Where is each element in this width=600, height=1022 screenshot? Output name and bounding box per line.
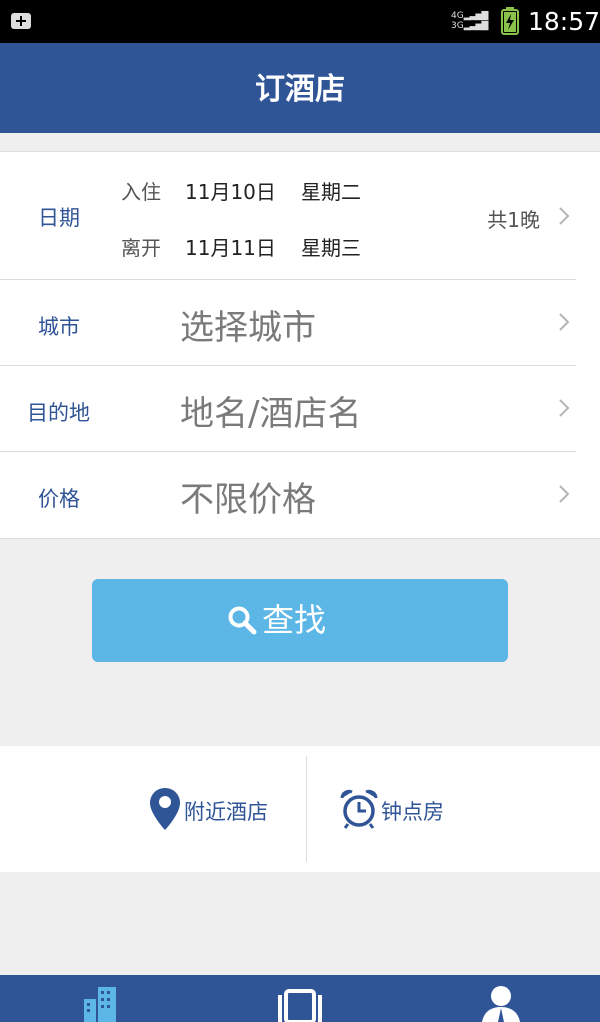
divider bbox=[306, 756, 307, 862]
booking-form: 日期 入住 11月10日 星期二 离开 11月11日 星期三 共1晚 城市 选择… bbox=[0, 151, 600, 539]
chevron-right-icon bbox=[559, 399, 570, 417]
nearby-hotels-link[interactable]: 附近酒店 bbox=[148, 786, 288, 832]
orders-icon bbox=[278, 989, 322, 1022]
destination-input[interactable]: 地名/酒店名 bbox=[180, 386, 361, 435]
date-label: 日期 bbox=[38, 206, 80, 230]
checkin-weekday: 星期二 bbox=[301, 180, 361, 204]
date-row[interactable]: 日期 入住 11月10日 星期二 离开 11月11日 星期三 共1晚 bbox=[0, 152, 600, 279]
search-button-label: 查找 bbox=[262, 601, 327, 639]
checkin-label: 入住 bbox=[121, 180, 161, 204]
city-label: 城市 bbox=[38, 315, 80, 339]
price-row[interactable]: 价格 不限价格 bbox=[0, 452, 600, 537]
checkout-weekday: 星期三 bbox=[301, 236, 361, 260]
chevron-right-icon bbox=[559, 313, 570, 331]
app-header: 订酒店 bbox=[0, 43, 600, 133]
city-row[interactable]: 城市 选择城市 bbox=[0, 280, 600, 365]
tab-profile[interactable] bbox=[400, 975, 600, 1022]
status-time: 18:57 bbox=[528, 7, 600, 36]
hourly-room-link[interactable]: 钟点房 bbox=[339, 786, 469, 832]
chevron-right-icon bbox=[559, 485, 570, 503]
network-indicator: 4G▂▃▅▇ 3G▂▃▅▇ bbox=[451, 11, 488, 31]
search-button[interactable]: 查找 bbox=[92, 579, 508, 662]
location-pin-icon bbox=[150, 788, 180, 830]
alarm-clock-icon bbox=[340, 789, 378, 829]
checkout-date[interactable]: 11月11日 bbox=[185, 232, 276, 261]
tab-hotel[interactable] bbox=[0, 975, 200, 1022]
hourly-room-label: 钟点房 bbox=[381, 800, 444, 824]
page-title: 订酒店 bbox=[255, 72, 345, 107]
tab-orders[interactable] bbox=[200, 975, 400, 1022]
battery-icon bbox=[501, 7, 519, 35]
nights-count: 共1晚 bbox=[487, 208, 540, 232]
price-label: 价格 bbox=[38, 487, 80, 511]
user-icon bbox=[482, 986, 520, 1022]
quick-links: 附近酒店 钟点房 bbox=[0, 746, 600, 872]
search-icon bbox=[228, 606, 257, 635]
checkin-date[interactable]: 11月10日 bbox=[185, 176, 276, 205]
checkout-label: 离开 bbox=[121, 236, 161, 260]
city-select[interactable]: 选择城市 bbox=[180, 300, 316, 349]
notification-icon bbox=[11, 13, 31, 29]
destination-label: 目的地 bbox=[27, 401, 90, 425]
status-bar: 4G▂▃▅▇ 3G▂▃▅▇ 18:57 bbox=[0, 0, 600, 43]
bottom-tab-bar bbox=[0, 975, 600, 1022]
price-select[interactable]: 不限价格 bbox=[180, 472, 316, 521]
destination-row[interactable]: 目的地 地名/酒店名 bbox=[0, 366, 600, 451]
chevron-right-icon bbox=[559, 207, 570, 225]
hotel-building-icon bbox=[84, 987, 116, 1022]
nearby-hotels-label: 附近酒店 bbox=[184, 800, 268, 824]
